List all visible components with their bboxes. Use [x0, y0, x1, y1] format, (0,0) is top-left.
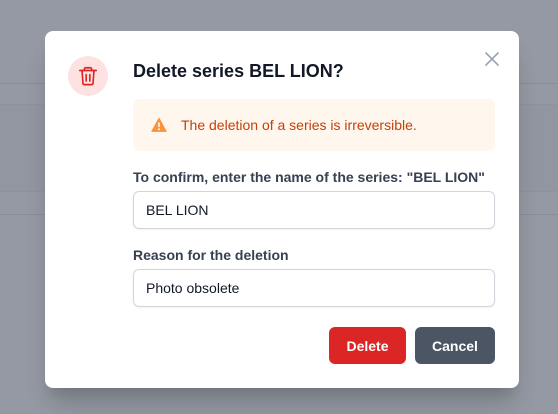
- warning-alert: The deletion of a series is irreversible…: [133, 99, 495, 151]
- dialog-title: Delete series BEL LION?: [133, 61, 344, 81]
- confirm-name-label: To confirm, enter the name of the series…: [133, 169, 485, 185]
- deletion-reason-input[interactable]: [133, 269, 495, 307]
- deletion-reason-label: Reason for the deletion: [133, 247, 289, 263]
- cancel-button[interactable]: Cancel: [415, 327, 495, 364]
- trash-icon: [78, 66, 98, 86]
- delete-button[interactable]: Delete: [329, 327, 406, 364]
- warning-text: The deletion of a series is irreversible…: [181, 117, 417, 133]
- delete-series-dialog: Delete series BEL LION? The deletion of …: [45, 31, 519, 388]
- trash-icon-badge: [68, 56, 108, 96]
- close-icon: [485, 52, 499, 66]
- close-button[interactable]: [483, 50, 501, 68]
- warning-icon: [151, 117, 167, 132]
- confirm-name-input[interactable]: [133, 191, 495, 229]
